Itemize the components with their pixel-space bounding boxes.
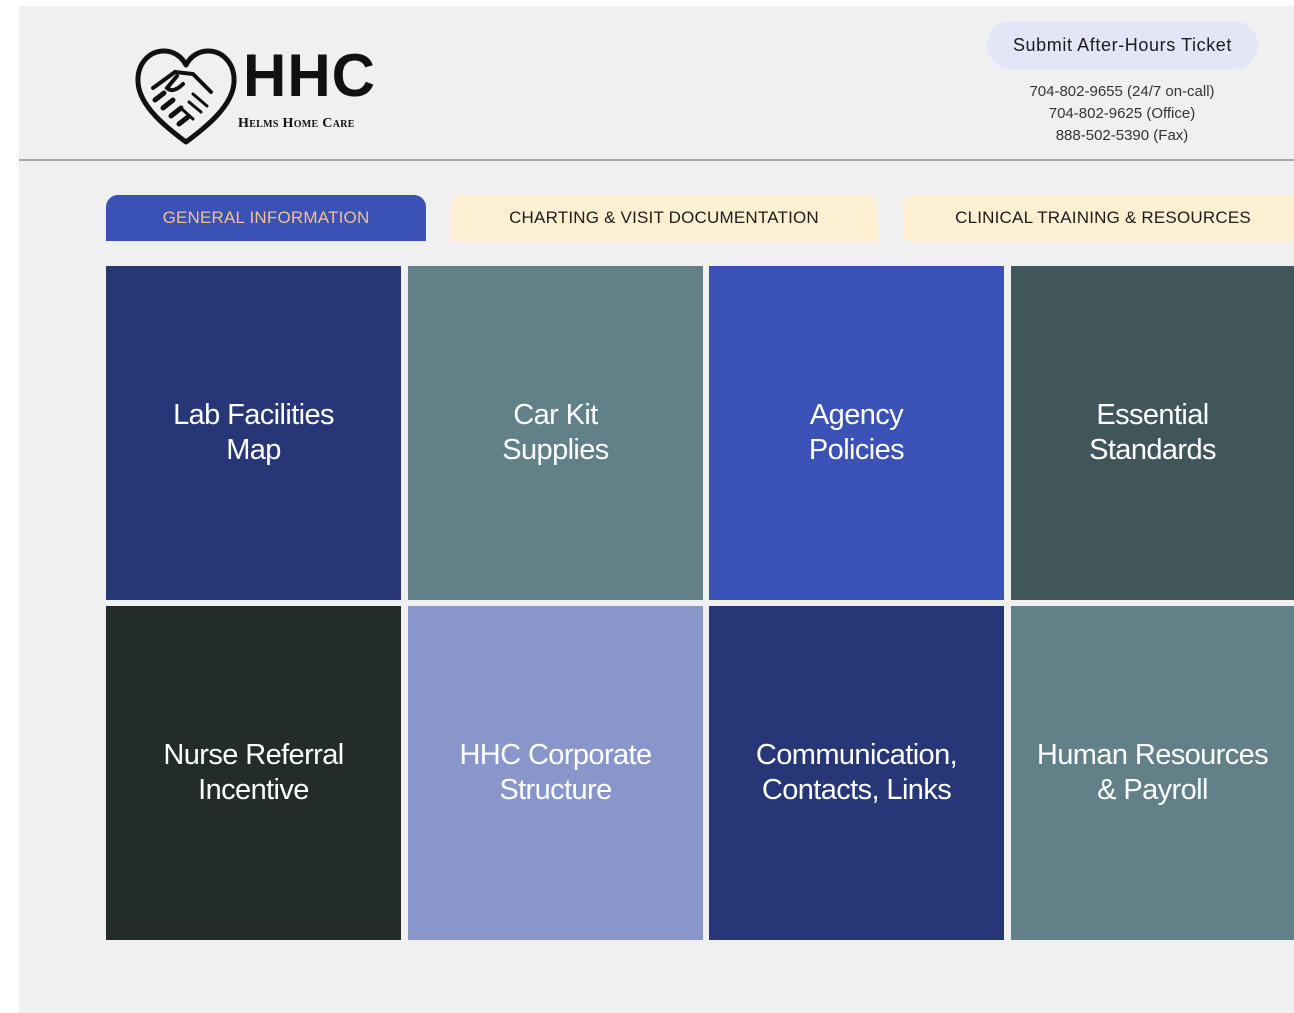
tile-car-kit-supplies[interactable]: Car Kit Supplies <box>408 266 703 600</box>
tile-agency-policies[interactable]: Agency Policies <box>709 266 1004 600</box>
tab-general-information[interactable]: GENERAL INFORMATION <box>106 195 426 241</box>
phone-fax: 888-502-5390 (Fax) <box>1055 127 1189 144</box>
tile-label: Agency Policies <box>808 399 905 466</box>
contact-phones: 704-802-9655 (24/7 on-call) 704-802-9625… <box>972 81 1272 147</box>
brand-subtitle: Helms Home Care <box>238 116 355 131</box>
tile-label: Communication, Contacts, Links <box>755 739 958 806</box>
tile-lab-facilities-map[interactable]: Lab Facilities Map <box>106 266 401 600</box>
handshake-heart-icon <box>135 48 237 145</box>
phone-on-call: 704-802-9655 (24/7 on-call) <box>1029 83 1215 100</box>
logo[interactable]: HHC Helms Home Care <box>133 44 403 148</box>
phone-office: 704-802-9625 (Office) <box>1048 105 1196 122</box>
tile-human-resources-payroll[interactable]: Human Resources & Payroll <box>1011 606 1294 940</box>
tile-communication-contacts-links[interactable]: Communication, Contacts, Links <box>709 606 1004 940</box>
submit-ticket-button[interactable]: Submit After-Hours Ticket <box>987 21 1258 69</box>
tile-label: Lab Facilities Map <box>173 399 334 466</box>
tile-label: Human Resources & Payroll <box>1036 739 1269 806</box>
tile-hhc-corporate-structure[interactable]: HHC Corporate Structure <box>408 606 703 940</box>
tile-nurse-referral-incentive[interactable]: Nurse Referral Incentive <box>106 606 401 940</box>
header-divider <box>19 159 1294 161</box>
brand-name: HHC <box>243 42 376 109</box>
tile-essential-standards[interactable]: Essential Standards <box>1011 266 1294 600</box>
tile-label: Essential Standards <box>1089 399 1216 466</box>
tile-label: Car Kit Supplies <box>502 399 609 466</box>
tab-charting-visit-documentation[interactable]: CHARTING & VISIT DOCUMENTATION <box>450 195 878 241</box>
page: HHC Helms Home Care Submit After-Hours T… <box>19 6 1294 1013</box>
tile-label: Nurse Referral Incentive <box>163 739 344 806</box>
tile-label: HHC Corporate Structure <box>459 739 652 806</box>
tab-clinical-training-resources[interactable]: CLINICAL TRAINING & RESOURCES <box>903 195 1294 241</box>
